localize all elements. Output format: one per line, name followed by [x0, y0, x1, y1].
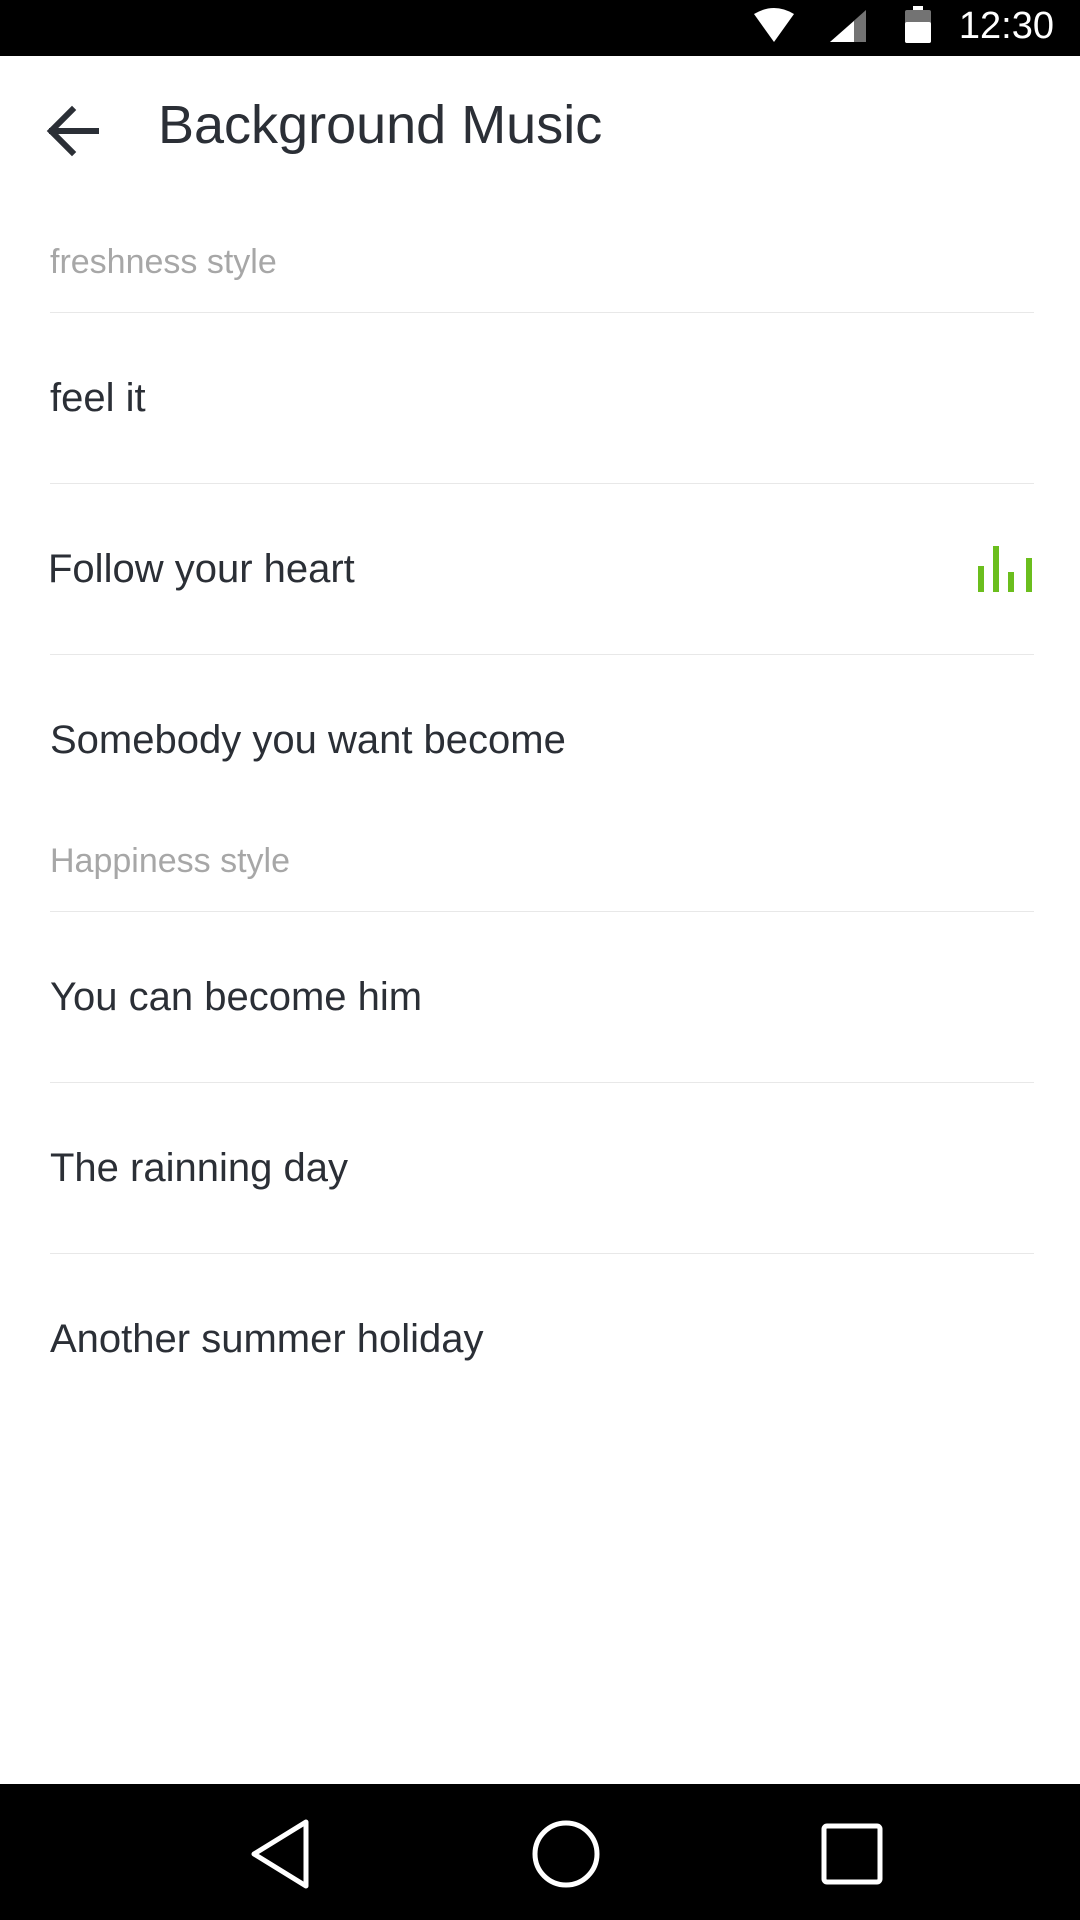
- song-title: feel it: [50, 376, 146, 420]
- toolbar: Background Music: [0, 56, 1080, 192]
- song-title: The rainning day: [50, 1146, 348, 1190]
- list-item[interactable]: Somebody you want become: [50, 655, 1034, 825]
- signal-icon: [830, 10, 866, 42]
- arrow-left-icon: [46, 105, 99, 157]
- back-button[interactable]: [36, 92, 114, 170]
- list-item[interactable]: The rainning day: [50, 1083, 1034, 1253]
- list-item[interactable]: feel it: [50, 313, 1034, 483]
- song-title: Follow your heart: [48, 547, 355, 591]
- list-item[interactable]: You can become him: [50, 912, 1034, 1082]
- song-title: Another summer holiday: [50, 1317, 484, 1361]
- list-item-playing[interactable]: Follow your heart: [48, 484, 1034, 654]
- status-time: 12:30: [958, 5, 1054, 47]
- nav-recents-icon[interactable]: [810, 1812, 894, 1896]
- section-header-label: freshness style: [50, 243, 277, 281]
- battery-icon: [905, 6, 931, 43]
- navigation-bar: [0, 1784, 1080, 1920]
- section-header-happiness: Happiness style: [50, 825, 1034, 911]
- section-header-label: Happiness style: [50, 842, 291, 880]
- list-item[interactable]: Another summer holiday: [50, 1254, 1034, 1424]
- wifi-icon: [754, 8, 794, 42]
- status-bar: 12:30: [0, 0, 1080, 56]
- song-title: You can become him: [50, 975, 423, 1019]
- nav-home-icon[interactable]: [524, 1812, 608, 1896]
- page-title: Background Music: [158, 95, 603, 155]
- equalizer-icon: [978, 546, 1034, 592]
- nav-back-icon[interactable]: [240, 1812, 324, 1896]
- song-title: Somebody you want become: [50, 718, 566, 762]
- section-header-freshness: freshness style: [50, 192, 1034, 312]
- music-list: freshness style feel it Follow your hear…: [0, 192, 1080, 1424]
